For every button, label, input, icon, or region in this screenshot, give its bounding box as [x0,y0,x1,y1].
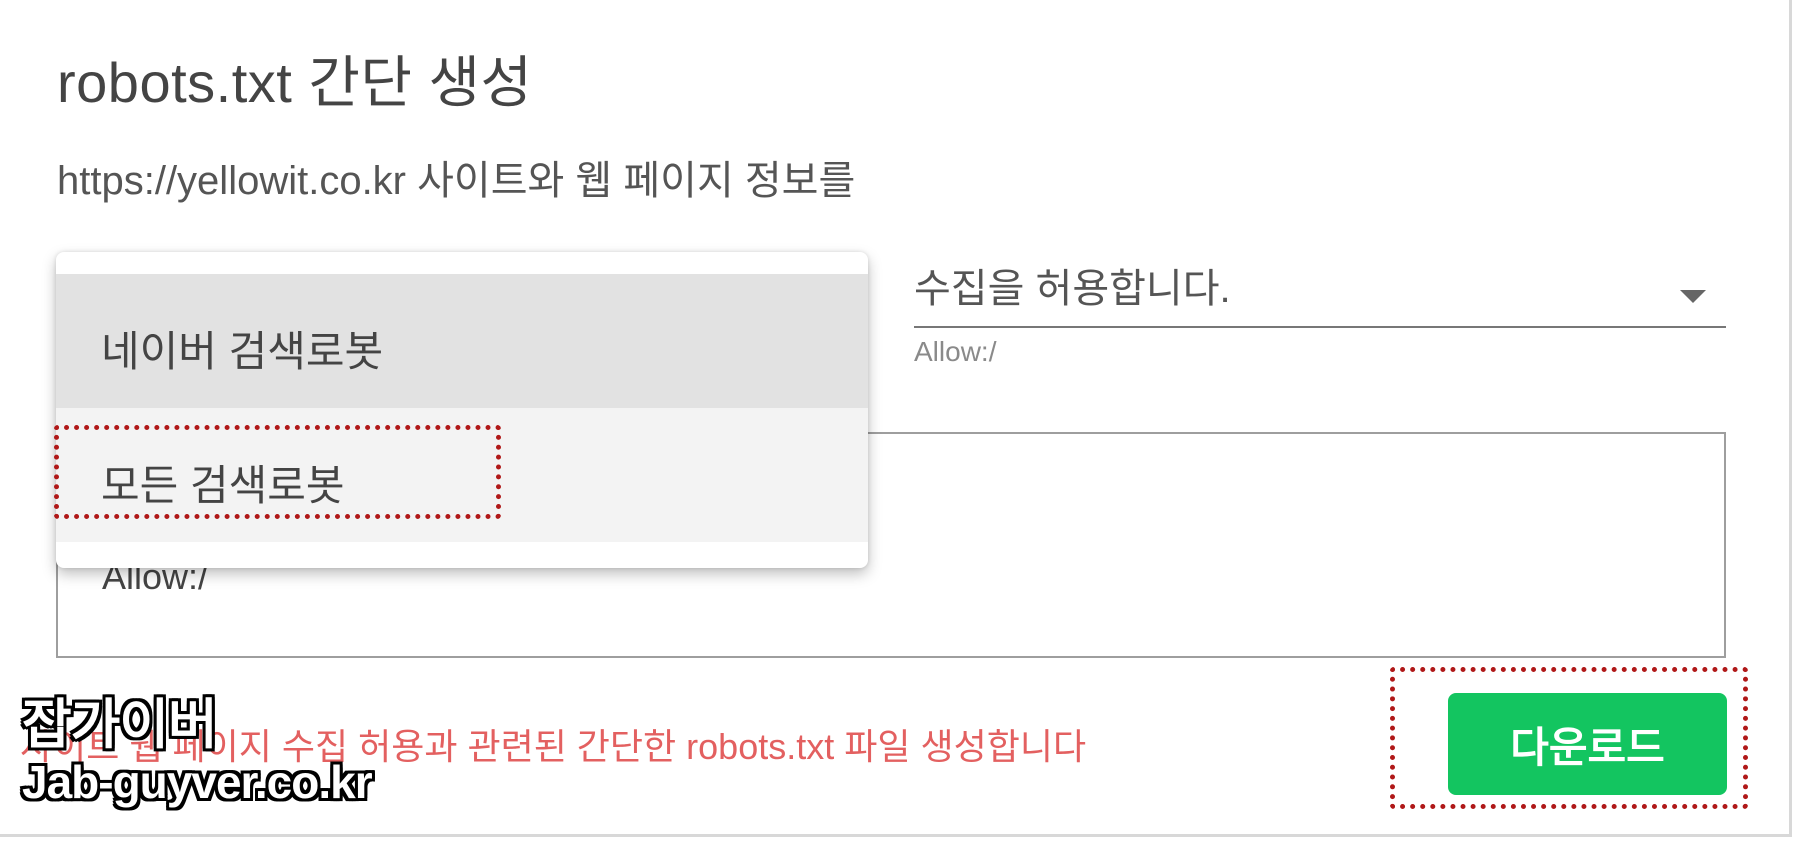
menu-item-label: 네이버 검색로봇 [101,328,384,375]
permission-select[interactable]: 수집을 허용합니다. [914,252,1726,328]
menu-item-naver-bot[interactable]: 네이버 검색로봇 [56,274,868,408]
permission-select-value: 수집을 허용합니다. [914,267,1231,311]
watermark-title: 잡가이버 [22,695,218,755]
bot-select-menu: 네이버 검색로봇 모든 검색로봇 [56,252,868,568]
permission-hint: Allow:/ [914,336,997,367]
watermark-url: Jab-guyver.co.kr [22,756,373,808]
page-title: robots.txt 간단 생성 [57,51,533,114]
highlight-all-bots [54,425,501,519]
highlight-download [1390,667,1748,809]
robots-generator-panel: robots.txt 간단 생성 https://yellowit.co.kr … [0,0,1792,837]
dropdown-arrow-icon[interactable] [1680,290,1706,303]
page-subtitle: https://yellowit.co.kr 사이트와 웹 페이지 정보를 [57,159,856,203]
